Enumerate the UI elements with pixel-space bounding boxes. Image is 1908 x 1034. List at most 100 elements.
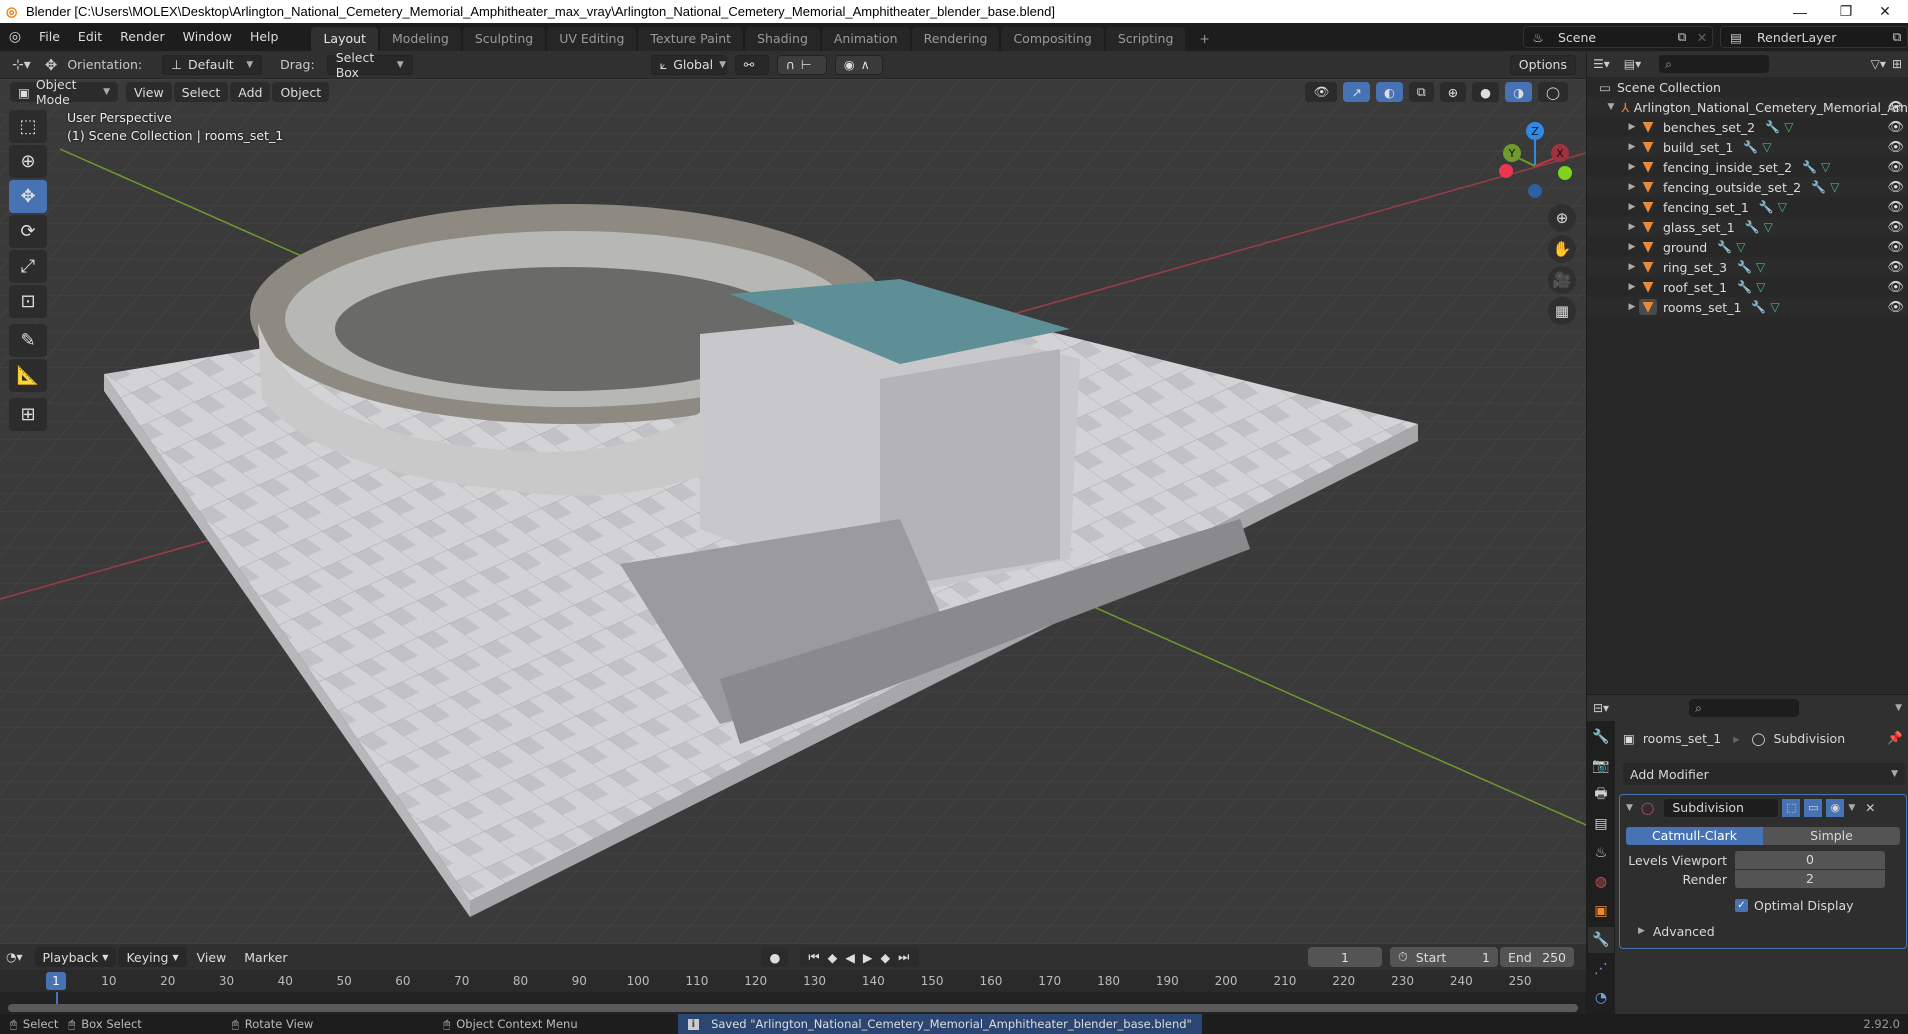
mesh-data-icon[interactable]: ▽ [1756,260,1765,274]
pin-icon[interactable]: 📌 [1887,730,1903,746]
view-layer-name[interactable]: RenderLayer [1751,30,1887,45]
mesh-data-icon[interactable]: ▽ [1784,120,1793,134]
view-layer-selector[interactable]: ▤ RenderLayer ⧉ [1720,26,1908,48]
visibility-eye-icon[interactable]: 👁 [1887,100,1904,115]
outliner-object-row[interactable]: ▶ ▼ fencing_outside_set_2 🔧 ▽ 👁 [1587,177,1908,197]
visibility-eye-icon[interactable]: 👁 [1887,140,1904,155]
menu-window[interactable]: Window [174,25,241,49]
menu-render[interactable]: Render [111,25,174,49]
mesh-data-icon[interactable]: ▽ [1770,300,1779,314]
outliner-object-row[interactable]: ▶ ▼ glass_set_1 🔧 ▽ 👁 [1587,217,1908,237]
editor-type-icon[interactable]: ⊹▾ [12,57,31,73]
annotate-tool[interactable]: ✎ [9,324,47,357]
shading-wireframe[interactable]: ⊕ [1439,82,1467,102]
frame-ruler[interactable]: 1 10 20 30 40 50 60 70 80 90 100 110 120 130 140 150 16… [0,970,1586,992]
expand-triangle-icon[interactable]: ▶ [1625,182,1639,192]
visibility-eye-icon[interactable]: 👁 [1887,200,1904,215]
modifier-wrench-icon[interactable]: 🔧 [1737,280,1752,294]
mesh-data-icon[interactable]: ▽ [1778,200,1787,214]
menu-object[interactable]: Object [272,82,330,102]
tab-world[interactable]: ◍ [1588,869,1614,895]
report-message[interactable]: i Saved "Arlington_National_Cemetery_Mem… [677,1014,1202,1034]
tab-sculpting[interactable]: Sculpting [462,27,546,51]
move-tool[interactable]: ✥ [9,180,47,213]
viewport-display-toggle[interactable]: ▭ [1804,799,1823,817]
shading-material[interactable]: ◑ [1505,82,1532,102]
outliner-object-row[interactable]: ▶ ▼ ground 🔧 ▽ 👁 [1587,237,1908,257]
tab-particles[interactable]: ⋰ [1588,956,1614,982]
options-button[interactable]: Options [1509,54,1576,75]
filter-icon[interactable]: ▽▾ [1871,57,1886,71]
outliner-object-row[interactable]: ▶ ▼ build_set_1 🔧 ▽ 👁 [1587,137,1908,157]
zoom-view-button[interactable]: ⊕ [1548,204,1576,232]
simple-option[interactable]: Simple [1763,827,1900,845]
modifier-wrench-icon[interactable]: 🔧 [1811,180,1826,194]
tab-modifiers[interactable]: 🔧 [1588,927,1614,953]
mesh-data-icon[interactable]: ▽ [1764,220,1773,234]
tab-uv-editing[interactable]: UV Editing [547,27,637,51]
pivot-point-dropdown[interactable]: ⚯ [734,54,769,75]
modifier-name-field[interactable]: Subdivision [1664,799,1779,817]
close-button[interactable]: ✕ [1862,0,1908,23]
collection-row[interactable]: ▼ ⅄ Arlington_National_Cemetery_Memorial… [1587,97,1908,117]
render-toggle[interactable]: ◉ [1826,799,1845,817]
tab-layout[interactable]: Layout [311,27,378,51]
snap-toggle[interactable]: ∩ ⊢ [776,54,827,75]
neg-z-handle[interactable] [1528,184,1542,198]
modifier-wrench-icon[interactable]: 🔧 [1759,200,1774,214]
play-reverse-icon[interactable]: ◀ [845,950,857,965]
start-frame-field[interactable]: ⏱ Start 1 [1390,947,1498,967]
tab-object[interactable]: ▣ [1588,898,1614,924]
visibility-eye-icon[interactable]: 👁 [1887,300,1904,315]
levels-viewport-field[interactable]: 0 [1735,851,1885,869]
navigation-gizmo[interactable]: Z Y X [1490,111,1580,201]
scene-collection-row[interactable]: ▭ Scene Collection [1587,77,1908,97]
mode-dropdown[interactable]: ▣ Object Mode ▼ [10,79,118,107]
visibility-eye-icon[interactable]: 👁 [1887,240,1904,255]
menu-edit[interactable]: Edit [69,25,111,49]
expand-triangle-icon[interactable]: ▶ [1625,242,1639,252]
new-collection-icon[interactable]: ⊞ [1892,57,1902,71]
cursor-tool[interactable]: ⊕ [9,145,47,178]
catmull-clark-option[interactable]: Catmull-Clark [1626,827,1763,845]
tab-rendering[interactable]: Rendering [911,27,1000,51]
tab-modeling[interactable]: Modeling [379,27,461,51]
gizmo-toggle[interactable]: ↗ [1343,82,1370,102]
next-keyframe-icon[interactable]: ◆ [881,950,893,965]
visibility-dropdown[interactable]: 👁 [1305,82,1338,102]
shading-solid[interactable]: ● [1472,82,1500,102]
ortho-toggle-button[interactable]: ▦ [1548,297,1576,325]
overlays-toggle[interactable]: ◐ [1375,82,1403,102]
modifier-wrench-icon[interactable]: 🔧 [1765,120,1780,134]
expand-triangle-icon[interactable]: ▶ [1625,162,1639,172]
prev-keyframe-icon[interactable]: ◆ [828,950,840,965]
rotate-tool[interactable]: ⟳ [9,215,47,248]
menu-file[interactable]: File [30,25,69,49]
tab-shading[interactable]: Shading [745,27,820,51]
scene-name[interactable]: Scene [1552,30,1672,45]
expand-triangle-icon[interactable]: ▶ [1625,142,1639,152]
outliner-object-row[interactable]: ▶ ▼ roof_set_1 🔧 ▽ 👁 [1587,277,1908,297]
shading-rendered[interactable]: ◯ [1538,82,1568,102]
outliner-object-row[interactable]: ▶ ▼ rooms_set_1 🔧 ▽ 👁 [1587,297,1908,317]
expand-triangle-icon[interactable]: ▶ [1625,202,1639,212]
pan-view-button[interactable]: ✋ [1548,235,1576,263]
timeline-editor-icon[interactable]: ◔▾ [6,950,23,964]
play-icon[interactable]: ▶ [863,950,875,965]
tab-scene[interactable]: ♨ [1588,840,1614,866]
end-frame-field[interactable]: End 250 [1500,947,1574,967]
chevron-down-icon[interactable]: ▼ [1848,803,1855,813]
outliner-object-row[interactable]: ▶ ▼ ring_set_3 🔧 ▽ 👁 [1587,257,1908,277]
mesh-data-icon[interactable]: ▽ [1830,180,1839,194]
transform-orientation-dropdown[interactable]: ⟀ Global ▼ [650,54,727,75]
menu-help[interactable]: Help [241,25,288,49]
expand-triangle-icon[interactable]: ▶ [1625,262,1639,272]
jump-end-icon[interactable]: ⏭ [898,949,911,965]
expand-triangle-icon[interactable]: ▶ [1625,122,1639,132]
minimize-button[interactable]: — [1777,0,1823,23]
add-modifier-dropdown[interactable]: Add Modifier ▼ [1623,763,1905,785]
camera-view-button[interactable]: 🎥 [1548,266,1576,294]
menu-view[interactable]: View [126,82,172,102]
modifier-wrench-icon[interactable]: 🔧 [1743,140,1758,154]
remove-modifier-icon[interactable]: ✕ [1865,801,1875,815]
